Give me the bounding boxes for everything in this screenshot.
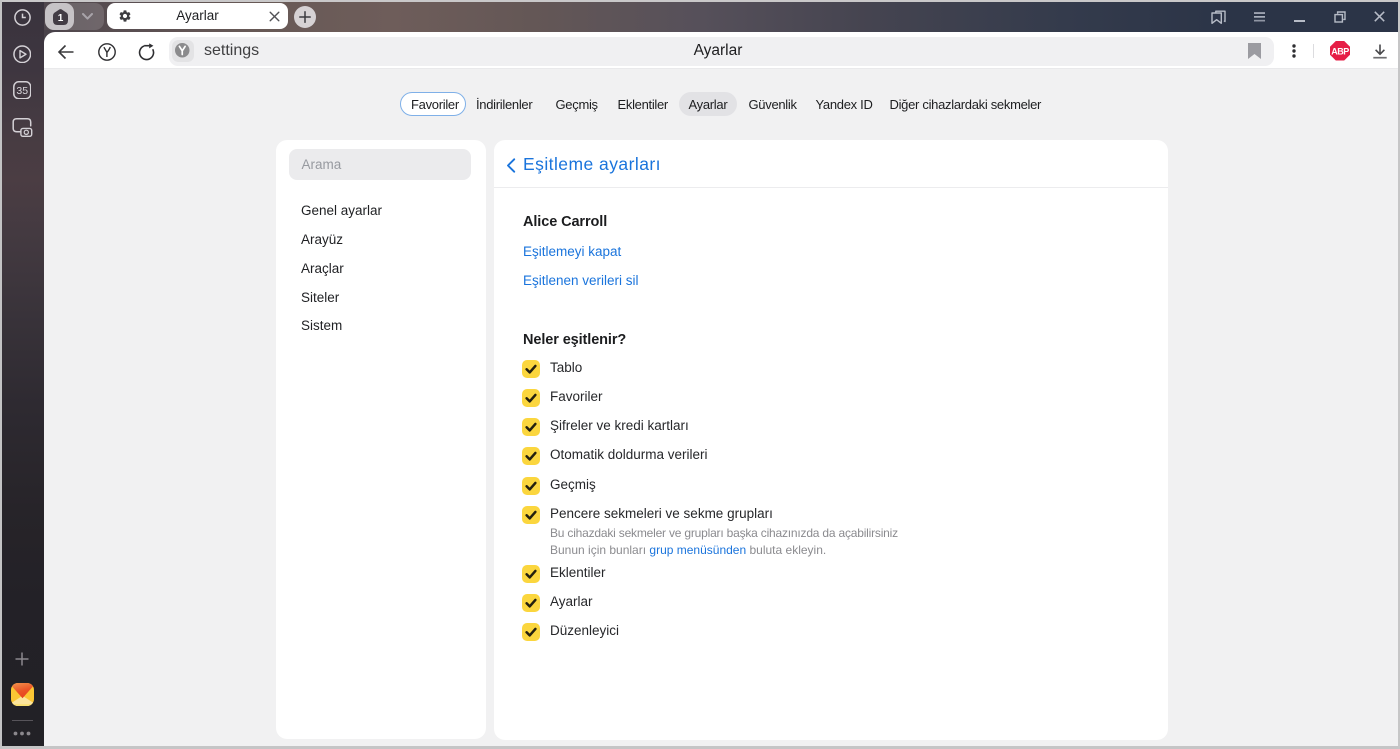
svg-text:ABP: ABP [1331,47,1349,57]
svg-text:35: 35 [16,85,28,97]
svg-text:1: 1 [57,13,63,24]
